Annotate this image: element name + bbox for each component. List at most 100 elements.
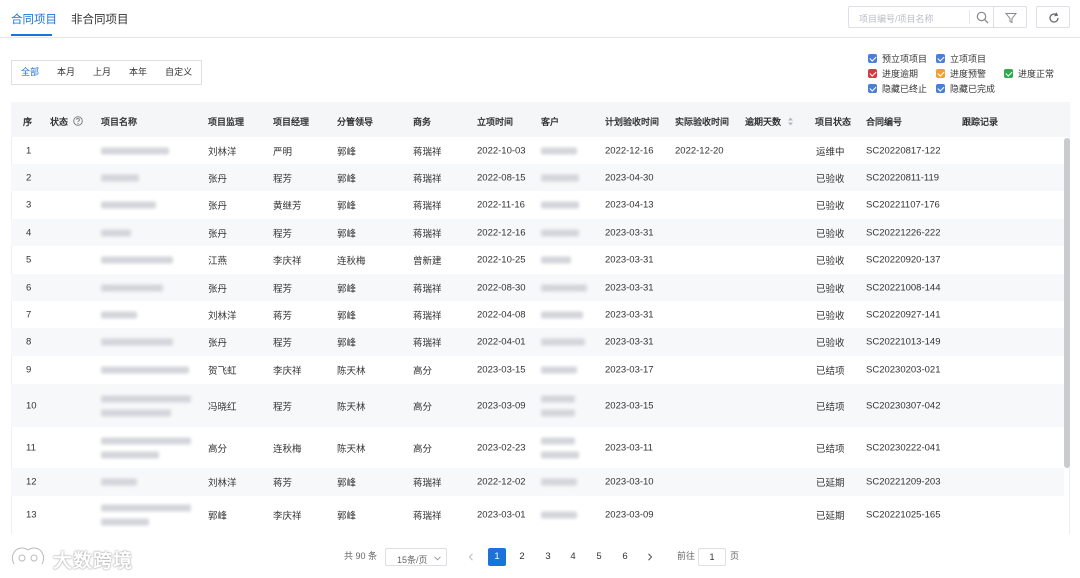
cell-supervisor: 张丹 [208,201,228,212]
tab-non-contract-projects[interactable]: 非合同项目 [71,11,129,27]
cell-leader: 郭峰 [337,478,357,489]
cell-contract-no: SC20230307-042 [866,400,941,411]
cell-project-status: 已验收 [816,283,845,295]
sort-icon[interactable] [787,117,794,126]
table-row[interactable]: 13 郭峰 李庆祥 郭峰 蒋瑞祥 2023-03-01 2023-03-09 已延期 SC202… [11,496,1064,534]
table-row[interactable]: 5 江燕 李庆祥 连秋梅 曾新建 2022-10-25 2023-03-31 已验收 SC202… [11,246,1064,274]
tab-contract-projects[interactable]: 合同项目 [11,11,57,27]
cell-business: 高分 [413,443,433,455]
filter-this-year[interactable]: 本年 [120,61,156,84]
cell-leader: 郭峰 [337,283,357,295]
legend-project-checkbox[interactable]: 立项项目 [936,52,986,65]
cell-supervisor: 刘林洋 [208,310,237,322]
checkbox-checked-icon [936,84,945,93]
col-leader: 分管领导 [337,117,374,127]
cell-start-date: 2022-11-16 [477,199,525,211]
next-page-button[interactable] [641,548,659,566]
table-row[interactable]: 3 张丹 黄继芳 郭峰 蒋瑞祥 2022-11-16 2023-04-13 已验收 SC2022… [11,191,1064,219]
refresh-button[interactable] [1036,6,1070,28]
cell-leader: 陈天林 [337,443,366,455]
cell-supervisor: 高分 [208,443,228,455]
cell-project-status: 已验收 [816,310,845,322]
page-3-button[interactable]: 3 [539,548,557,566]
table-row[interactable]: 12 刘林洋 蒋芳 郭峰 蒋瑞祥 2022-12-02 2023-03-10 已延期 SC202… [11,468,1064,496]
cell-leader: 郭峰 [337,338,357,349]
cell-business: 蒋瑞祥 [413,201,442,212]
redacted-project-name [101,451,159,458]
col-overdue-days[interactable]: 逾期天数 [745,115,794,128]
table-row[interactable]: 4 张丹 程芳 郭峰 蒋瑞祥 2022-12-16 2023-03-31 已验收 SC20221… [11,219,1064,246]
cell-start-date: 2022-08-15 [477,172,526,183]
page-4-button[interactable]: 4 [564,548,582,566]
cell-start-date: 2023-02-23 [477,442,526,453]
legend-hide-terminated-checkbox[interactable]: 隐藏已终止 [868,82,927,95]
legend-normal-checkbox[interactable]: 进度正常 [1004,67,1054,80]
help-circle-icon[interactable] [72,116,83,126]
cell-manager: 蒋芳 [273,478,293,489]
goto-label: 前往 [677,551,696,561]
col-status: 状态 [50,115,83,128]
redacted-project-name [101,256,173,264]
page-6-button[interactable]: 6 [616,548,634,566]
redacted-customer [541,451,579,458]
prev-page-button[interactable] [462,548,480,566]
search-icon[interactable] [976,11,989,24]
page-size-select[interactable]: 15条/页 [385,548,447,566]
filter-last-month[interactable]: 上月 [84,61,120,84]
checkbox-checked-icon [936,69,945,78]
cell-index: 12 [26,476,37,488]
page-5-button[interactable]: 5 [590,548,608,566]
legend-pre-project-checkbox[interactable]: 预立项项目 [868,52,927,65]
table-row[interactable]: 7 刘林洋 蒋芳 郭峰 蒋瑞祥 2022-04-08 2023-03-31 已验收 SC2022… [11,301,1064,328]
cell-planned-date: 2023-03-11 [605,442,653,453]
table-row[interactable]: 11 高分 连秋梅 陈天林 高分 2023-02-23 2023-03-11 已结项 SC202… [11,427,1064,468]
watermark-logo: 大数跨境 [8,544,148,572]
goto-page-input[interactable]: 1 [698,548,726,566]
cell-leader: 陈天林 [337,366,366,377]
table-header: 序 状态 项目名称 项目监理 项目经理 分管领导 商务 立项时间 客户 计划验收… [11,102,1070,137]
table-row[interactable]: 8 张丹 程芳 郭峰 蒋瑞祥 2022-04-01 2023-03-31 已验收 SC20221… [11,328,1064,356]
table-row[interactable]: 1 刘林洋 严明 郭峰 蒋瑞祥 2022-10-03 2022-12-16 2022-12-2… [11,137,1064,164]
cell-manager: 程芳 [273,338,293,349]
cell-index: 4 [26,227,32,238]
cell-manager: 程芳 [273,228,293,240]
redacted-project-name [101,147,169,154]
cell-contract-no: SC20221008-144 [866,282,941,293]
cell-business: 蒋瑞祥 [413,338,442,349]
table-row[interactable]: 6 张丹 程芳 郭峰 蒋瑞祥 2022-08-30 2023-03-31 已验收 SC20221… [11,274,1064,301]
redacted-customer [541,366,577,374]
filter-this-month[interactable]: 本月 [48,61,84,84]
search-input[interactable]: 项目编号/项目名称 [848,6,998,28]
table-row[interactable]: 2 张丹 程芳 郭峰 蒋瑞祥 2022-08-15 2023-04-30 已验收 SC20220… [11,164,1064,191]
legend-warning-checkbox[interactable]: 进度预警 [936,67,986,80]
filter-all[interactable]: 全部 [12,61,48,84]
cell-business: 蒋瑞祥 [413,511,442,522]
cell-planned-date: 2023-03-17 [605,364,654,376]
cell-planned-date: 2023-03-31 [605,336,654,348]
cell-leader: 郭峰 [337,201,357,212]
checkbox-checked-icon [868,69,877,78]
table-scrollbar[interactable] [1064,138,1070,468]
checkbox-checked-icon [1004,69,1013,78]
filter-custom[interactable]: 自定义 [156,61,201,84]
date-range-filter: 全部 本月 上月 本年 自定义 [11,60,203,85]
cell-manager: 李庆祥 [273,511,302,522]
cell-manager: 蒋芳 [273,310,293,322]
table-row[interactable]: 9 贺飞虹 李庆祥 陈天林 高分 2023-03-15 2023-03-17 已结项 SC202… [11,356,1064,384]
cell-supervisor: 张丹 [208,173,228,185]
legend-hide-completed-checkbox[interactable]: 隐藏已完成 [936,82,995,95]
redacted-customer [541,511,577,519]
page-2-button[interactable]: 2 [513,548,531,566]
checkbox-checked-icon [868,54,877,63]
table-row[interactable]: 10 冯晓红 程芳 陈天林 高分 2023-03-09 2023-03-15 已结项 SC202… [11,384,1064,427]
filter-button[interactable] [993,6,1027,28]
cell-contract-no: SC20220927-141 [866,309,941,320]
page-1-button[interactable]: 1 [488,548,506,566]
cell-contract-no: SC20220920-137 [866,254,941,266]
col-supervisor: 项目监理 [208,117,245,127]
redacted-customer [541,284,587,291]
legend-overdue-checkbox[interactable]: 进度逾期 [868,67,918,80]
cell-project-status: 已结项 [816,401,845,413]
redacted-project-name [101,366,189,374]
cell-leader: 陈天林 [337,401,366,413]
